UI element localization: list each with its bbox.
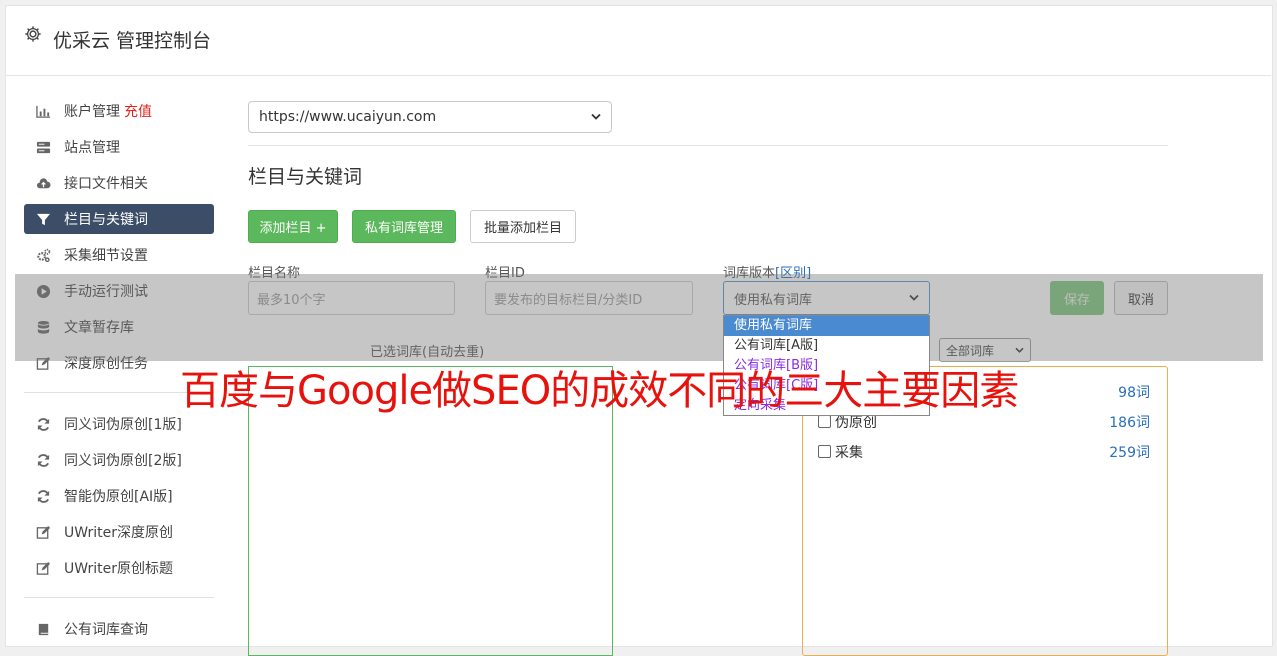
refresh-icon xyxy=(35,416,51,432)
site-select-value: https://www.ucaiyun.com xyxy=(259,109,437,125)
recharge-link[interactable]: 充值 xyxy=(124,101,152,121)
sidebar-item-label: 公有词库查询 xyxy=(64,622,148,638)
section-title: 栏目与关键词 xyxy=(248,166,363,188)
sidebar-item-label: 站点管理 xyxy=(64,140,120,156)
divider xyxy=(248,145,1168,146)
dropdown-option[interactable]: 公有词库[A版] xyxy=(724,336,929,356)
library-name: 伪原创 xyxy=(835,415,877,431)
sidebar-item-columns-keywords[interactable]: 栏目与关键词 xyxy=(24,204,214,234)
refresh-icon xyxy=(35,488,51,504)
sidebar-item-uwriter-title[interactable]: UWriter原创标题 xyxy=(24,553,214,583)
cloud-upload-icon xyxy=(35,175,51,191)
gears-icon xyxy=(35,247,51,263)
library-name: 采集 xyxy=(835,445,863,461)
sidebar-item-label: 接口文件相关 xyxy=(64,176,148,192)
gear-icon xyxy=(24,25,42,43)
chevron-down-icon xyxy=(591,109,601,125)
sidebar-divider xyxy=(24,597,214,598)
sidebar-item-label: 智能伪原创[AI版] xyxy=(64,489,173,505)
overlay-headline: 百度与Google做SEO的成效不同的三大主要因素 xyxy=(180,368,1019,414)
add-column-button[interactable]: 添加栏目 + xyxy=(248,210,338,243)
sidebar-item-sites[interactable]: 站点管理 xyxy=(24,132,214,162)
sidebar-item-synonym-v2[interactable]: 同义词伪原创[2版] xyxy=(24,445,214,475)
dropdown-option[interactable]: 使用私有词库 xyxy=(724,316,929,336)
console-title: 优采云 管理控制台 xyxy=(53,30,212,52)
filter-icon xyxy=(35,211,51,227)
sidebar-item-label: 栏目与关键词 xyxy=(64,212,148,228)
refresh-icon xyxy=(35,452,51,468)
sidebar-item-label: 账户管理 xyxy=(64,104,120,120)
batch-add-button[interactable]: 批量添加栏目 xyxy=(470,210,576,243)
page-header: 优采云 管理控制台 xyxy=(5,5,1271,76)
sidebar-item-ai-rewrite[interactable]: 智能伪原创[AI版] xyxy=(24,481,214,511)
sidebar-item-label: UWriter深度原创 xyxy=(64,525,173,541)
library-count: 98词 xyxy=(1118,385,1150,401)
bar-chart-icon xyxy=(35,103,51,119)
sidebar-item-label: UWriter原创标题 xyxy=(64,561,173,577)
sidebar-item-account[interactable]: 账户管理 充值 xyxy=(24,96,214,126)
sidebar-item-label: 同义词伪原创[1版] xyxy=(64,417,182,433)
book-icon xyxy=(35,621,51,637)
sidebar-item-interface-files[interactable]: 接口文件相关 xyxy=(24,168,214,198)
edit-icon xyxy=(35,560,51,576)
site-select[interactable]: https://www.ucaiyun.com xyxy=(248,101,612,133)
sidebar-item-uwriter-deep[interactable]: UWriter深度原创 xyxy=(24,517,214,547)
library-row[interactable]: 采集 259词 xyxy=(818,442,1150,462)
sidebar-item-collection-settings[interactable]: 采集细节设置 xyxy=(24,240,214,270)
server-icon xyxy=(35,139,51,155)
checkbox[interactable] xyxy=(818,415,831,428)
checkbox[interactable] xyxy=(818,445,831,458)
library-label: 采集 xyxy=(818,442,863,462)
sidebar-item-label: 采集细节设置 xyxy=(64,248,148,264)
sidebar-item-label: 同义词伪原创[2版] xyxy=(64,453,182,469)
sidebar-item-public-library[interactable]: 公有词库查询 xyxy=(24,614,214,644)
edit-icon xyxy=(35,524,51,540)
library-count: 259词 xyxy=(1109,445,1150,461)
private-library-button[interactable]: 私有词库管理 xyxy=(352,210,456,243)
gray-overlay-band xyxy=(15,274,1263,361)
library-count: 186词 xyxy=(1109,415,1150,431)
